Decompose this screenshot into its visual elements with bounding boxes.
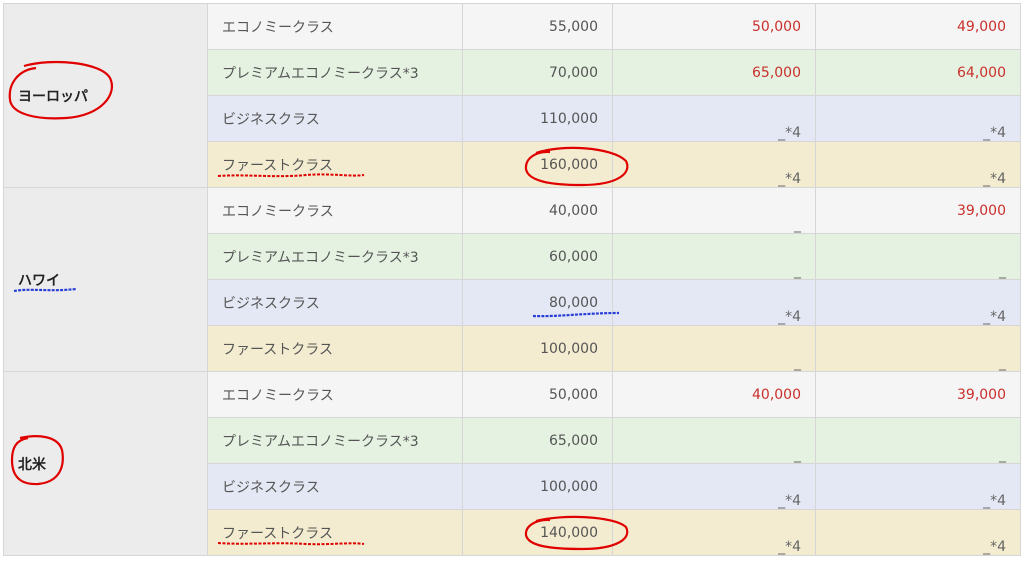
regular-miles-cell: 110,000 [462, 95, 613, 142]
class-cell: ファーストクラス [207, 325, 463, 372]
class-cell: プレミアムエコノミークラス*3 [207, 233, 463, 280]
class-cell: エコノミークラス [207, 371, 463, 418]
off-peak-cell: _*4 [815, 141, 1021, 188]
regular-value-wrap: 160,000 [524, 146, 629, 186]
region-label: ハワイ [13, 270, 77, 292]
off-peak-cell: _ [815, 233, 1021, 280]
low-season-cell: _ [612, 187, 816, 234]
region-cell-hawaii: ハワイ [3, 187, 208, 372]
regular-value-wrap: 80,000 [532, 294, 620, 317]
off-peak-cell: _*4 [815, 509, 1021, 556]
low-season-cell: _*4 [612, 279, 816, 326]
regular-miles-cell: 50,000 [462, 371, 613, 418]
regular-miles-cell: 100,000 [462, 325, 613, 372]
class-cell: ビジネスクラス [207, 463, 463, 510]
off-peak-cell: 39,000 [815, 371, 1021, 418]
regular-miles-cell: 100,000 [462, 463, 613, 510]
off-peak-cell: 39,000 [815, 187, 1021, 234]
mileage-chart-page: ヨーロッパ エコノミークラス 55,000 50,000 49,000 プレミア… [0, 0, 1024, 569]
off-peak-cell: _ [815, 417, 1021, 464]
regular-value: 80,000 [549, 294, 598, 311]
regular-miles-cell: 70,000 [462, 49, 613, 96]
off-peak-cell: _*4 [815, 95, 1021, 142]
region-name: ハワイ [18, 272, 60, 289]
low-season-cell: _ [612, 233, 816, 280]
region-label: ヨーロッパ [8, 60, 113, 119]
off-peak-cell: _*4 [815, 463, 1021, 510]
low-season-cell: _*4 [612, 95, 816, 142]
class-label-wrap: ファーストクラス [217, 523, 365, 545]
low-season-cell: 50,000 [612, 3, 816, 50]
region-cell-europe: ヨーロッパ [3, 3, 208, 188]
off-peak-cell: _*4 [815, 279, 1021, 326]
class-cell: ファーストクラス [207, 141, 463, 188]
regular-miles-cell: 160,000 [462, 141, 629, 188]
table-row: ハワイ エコノミークラス 40,000 _ 39,000 [3, 187, 1021, 372]
regular-miles-cell: 80,000 [462, 279, 620, 326]
low-season-cell: _*4 [612, 141, 816, 188]
class-cell: エコノミークラス [207, 3, 463, 50]
region-cell-north-america: 北米 [3, 371, 208, 556]
regular-miles-cell: 140,000 [462, 509, 629, 556]
off-peak-cell: 49,000 [815, 3, 1021, 50]
low-season-cell: _*4 [612, 463, 816, 510]
off-peak-cell: 64,000 [815, 49, 1021, 96]
low-season-cell: 65,000 [612, 49, 816, 96]
regular-miles-cell: 40,000 [462, 187, 613, 234]
table-row: ヨーロッパ エコノミークラス 55,000 50,000 49,000 [3, 3, 1021, 188]
region-label: 北米 [10, 434, 64, 485]
class-cell: プレミアムエコノミークラス*3 [207, 417, 463, 464]
class-cell: プレミアムエコノミークラス*3 [207, 49, 463, 96]
regular-value-wrap: 140,000 [524, 515, 629, 550]
regular-value: 160,000 [540, 156, 598, 173]
regular-miles-cell: 60,000 [462, 233, 613, 280]
class-label-wrap: ファーストクラス [217, 155, 365, 177]
class-cell: エコノミークラス [207, 187, 463, 234]
table-row: 北米 エコノミークラス 50,000 40,000 39,000 [3, 371, 1021, 556]
low-season-cell: _ [612, 417, 816, 464]
blue-underline-annotation [532, 311, 620, 317]
low-season-cell: 40,000 [612, 371, 816, 418]
award-miles-table: ヨーロッパ エコノミークラス 55,000 50,000 49,000 プレミア… [3, 3, 1021, 556]
regular-value: 140,000 [540, 524, 598, 541]
regular-miles-cell: 55,000 [462, 3, 613, 50]
class-cell: ビジネスクラス [207, 95, 463, 142]
class-label: ファーストクラス [222, 525, 334, 542]
region-name: ヨーロッパ [18, 88, 88, 105]
class-cell: ビジネスクラス [207, 279, 463, 326]
low-season-cell: _ [612, 325, 816, 372]
class-cell: ファーストクラス [207, 509, 463, 556]
low-season-cell: _*4 [612, 509, 816, 556]
regular-miles-cell: 65,000 [462, 417, 613, 464]
off-peak-cell: _ [815, 325, 1021, 372]
class-label: ファーストクラス [222, 157, 334, 174]
region-name: 北米 [18, 456, 46, 473]
